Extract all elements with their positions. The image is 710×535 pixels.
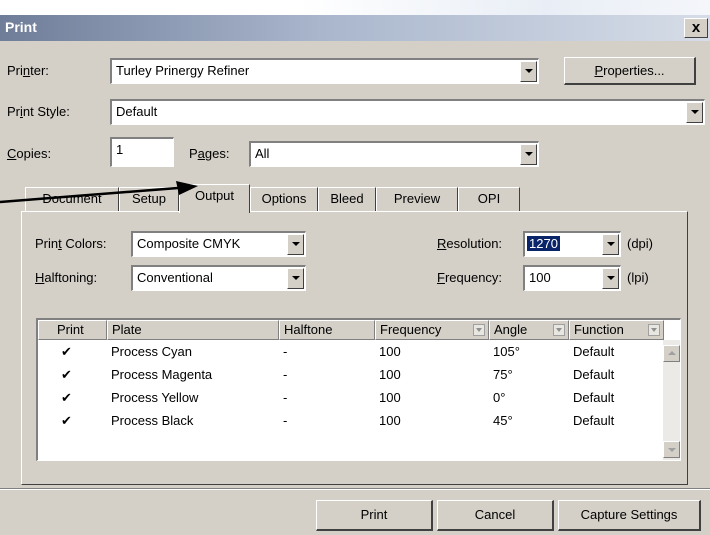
column-header-plate[interactable]: Plate <box>107 320 279 340</box>
resolution-unit: (dpi) <box>627 236 654 251</box>
print-style-select[interactable]: Default <box>110 99 705 125</box>
frequency-cell: 100 <box>379 367 401 382</box>
sort-icon <box>473 324 485 336</box>
vertical-scrollbar[interactable] <box>663 340 680 460</box>
plate-name: Process Magenta <box>111 367 213 382</box>
plate-name: Process Black <box>111 413 194 428</box>
chevron-down-icon[interactable] <box>602 234 619 255</box>
halftoning-value: Conventional <box>137 270 213 285</box>
close-button[interactable]: x <box>684 18 708 38</box>
print-colors-label: Print Colors: <box>35 236 107 251</box>
chevron-down-icon[interactable] <box>602 268 619 289</box>
angle-cell: 0° <box>493 390 506 405</box>
check-icon[interactable]: ✔ <box>61 413 72 429</box>
function-cell: Default <box>573 413 615 428</box>
angle-cell: 75° <box>493 367 513 382</box>
print-colors-value: Composite CMYK <box>137 236 241 251</box>
printer-value: Turley Prinergy Refiner <box>116 63 250 78</box>
function-cell: Default <box>573 390 615 405</box>
frequency-value: 100 <box>529 270 551 285</box>
check-icon[interactable]: ✔ <box>61 390 72 406</box>
column-header-halftone[interactable]: Halftone <box>279 320 375 340</box>
print-button[interactable]: Print <box>316 500 433 531</box>
print-style-value: Default <box>116 104 158 119</box>
pages-select[interactable]: All <box>249 141 539 167</box>
print-colors-select[interactable]: Composite CMYK <box>131 231 306 257</box>
frequency-cell: 100 <box>379 344 401 359</box>
scroll-down-icon[interactable] <box>663 441 680 458</box>
copies-input[interactable]: 1 <box>110 137 174 167</box>
tab-options[interactable]: Options <box>250 187 318 211</box>
halftone-value: - <box>283 390 288 405</box>
halftone-value: - <box>283 367 288 382</box>
close-icon: x <box>691 19 701 36</box>
halftoning-select[interactable]: Conventional <box>131 265 306 291</box>
angle-cell: 105° <box>493 344 520 359</box>
print-dialog: Print x Printer: Turley Prinergy Refiner… <box>0 15 710 535</box>
cancel-button[interactable]: Cancel <box>437 500 554 531</box>
scroll-up-icon[interactable] <box>663 345 680 362</box>
column-header-angle[interactable]: Angle <box>489 320 569 340</box>
chevron-down-icon[interactable] <box>686 102 703 123</box>
table-row[interactable]: ✔ Process Yellow - 100 0° Default <box>38 388 664 411</box>
tab-preview[interactable]: Preview <box>376 187 458 211</box>
frequency-select[interactable]: 100 <box>523 265 621 291</box>
frequency-cell: 100 <box>379 413 401 428</box>
chevron-down-icon[interactable] <box>287 268 304 289</box>
sort-icon <box>648 324 660 336</box>
copies-label: Copies: <box>7 146 52 161</box>
chevron-down-icon[interactable] <box>520 144 537 165</box>
plate-name: Process Cyan <box>111 344 192 359</box>
check-icon[interactable]: ✔ <box>61 367 72 383</box>
halftoning-label: Halftoning: <box>35 270 98 285</box>
plates-table[interactable]: Print Plate Halftone Frequency Angle Fun… <box>36 318 681 461</box>
printer-label: Printer: <box>7 63 49 78</box>
tab-opi[interactable]: OPI <box>458 187 520 211</box>
window-title: Print <box>5 19 37 35</box>
halftone-value: - <box>283 413 288 428</box>
resolution-select[interactable]: 1270 <box>523 231 621 257</box>
resolution-label: Resolution: <box>437 236 503 251</box>
pages-value: All <box>255 146 270 161</box>
resolution-value: 1270 <box>527 236 560 251</box>
frequency-cell: 100 <box>379 390 401 405</box>
table-row[interactable]: ✔ Process Cyan - 100 105° Default <box>38 342 664 365</box>
annotation-arrow <box>0 181 198 204</box>
printer-select[interactable]: Turley Prinergy Refiner <box>110 58 539 84</box>
table-row[interactable]: ✔ Process Black - 100 45° Default <box>38 411 664 434</box>
bottom-divider <box>0 488 710 490</box>
frequency-label: Frequency: <box>437 270 503 285</box>
function-cell: Default <box>573 367 615 382</box>
pages-label: Pages: <box>189 146 230 161</box>
title-bar: Print x <box>0 15 710 41</box>
frequency-unit: (lpi) <box>627 270 649 285</box>
output-panel: Print Colors: Composite CMYK Halftoning:… <box>21 211 688 485</box>
properties-button[interactable]: Properties... <box>564 57 696 85</box>
capture-settings-button[interactable]: Capture Settings <box>558 500 701 531</box>
sort-icon <box>553 324 565 336</box>
chevron-down-icon[interactable] <box>520 61 537 82</box>
plate-name: Process Yellow <box>111 390 199 405</box>
table-row[interactable]: ✔ Process Magenta - 100 75° Default <box>38 365 664 388</box>
chevron-down-icon[interactable] <box>287 234 304 255</box>
column-header-function[interactable]: Function <box>569 320 664 340</box>
halftone-value: - <box>283 344 288 359</box>
check-icon[interactable]: ✔ <box>61 344 72 360</box>
function-cell: Default <box>573 344 615 359</box>
column-header-frequency[interactable]: Frequency <box>375 320 489 340</box>
angle-cell: 45° <box>493 413 513 428</box>
column-header-print[interactable]: Print <box>38 320 107 340</box>
tab-bleed[interactable]: Bleed <box>318 187 376 211</box>
print-style-label: Print Style: <box>7 104 70 119</box>
